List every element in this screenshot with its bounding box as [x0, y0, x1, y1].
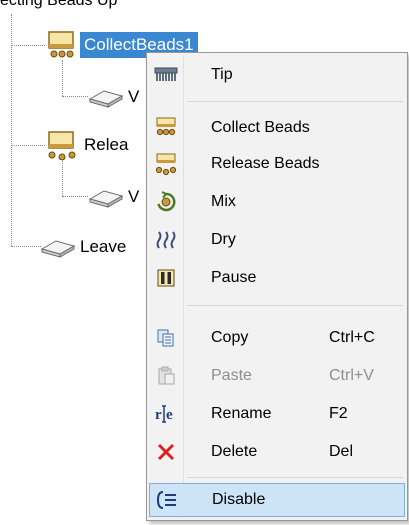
menu-item-label: Release Beads	[211, 155, 320, 172]
release-beads-icon	[149, 147, 183, 181]
tree-node-label: Relea	[84, 135, 129, 154]
menu-item-shortcut: Ctrl+C	[329, 329, 375, 346]
collect-beads-icon	[48, 31, 74, 58]
menu-item-release-beads[interactable]: Release Beads	[149, 147, 405, 181]
release-beads-icon	[48, 131, 76, 160]
delete-icon	[149, 435, 183, 469]
menu-item-rename[interactable]: r e Rename F2	[149, 397, 405, 431]
menu-separator	[187, 477, 403, 478]
collect-beads-icon	[149, 111, 183, 145]
tree-connector	[11, 145, 45, 146]
menu-item-label: Dry	[211, 231, 236, 248]
tree-node-plate[interactable]: V	[88, 182, 143, 212]
svg-text:e: e	[166, 407, 173, 423]
pause-icon	[149, 261, 183, 295]
tree-node-releasebeads[interactable]: Relea	[44, 130, 132, 160]
menu-item-disable[interactable]: Disable	[149, 483, 405, 517]
tree-connector	[62, 196, 88, 197]
menu-item-label: Copy	[211, 329, 249, 346]
tree-node-label: Leave	[80, 237, 127, 256]
menu-item-shortcut: Del	[329, 443, 354, 460]
plate-icon	[40, 240, 76, 258]
dry-icon	[149, 223, 183, 257]
top-partial-label: ecting Beads Up	[0, 0, 118, 9]
tree-node-leave[interactable]: Leave	[40, 232, 130, 262]
menu-item-delete[interactable]: Delete Del	[149, 435, 405, 469]
plate-icon	[88, 90, 124, 108]
menu-item-label: Tip	[211, 66, 233, 83]
menu-item-label: Disable	[212, 491, 266, 508]
tree-connector	[62, 60, 63, 96]
menu-item-copy[interactable]: Copy Ctrl+C	[149, 321, 405, 355]
menu-item-label: Pause	[211, 269, 257, 286]
svg-text:r: r	[155, 407, 162, 423]
menu-item-label: Collect Beads	[211, 119, 310, 136]
menu-item-label: Rename	[211, 405, 272, 422]
tree-connector	[62, 160, 63, 196]
menu-item-pause[interactable]: Pause	[149, 261, 405, 295]
menu-item-tip[interactable]: Tip	[149, 58, 405, 92]
tip-comb-icon	[149, 58, 183, 92]
menu-separator	[187, 305, 403, 306]
tree-connector	[62, 96, 88, 97]
context-menu: Tip Collect Beads Release Beads Mix Dry …	[146, 52, 408, 521]
menu-item-label: Paste	[211, 367, 252, 384]
menu-item-shortcut: Ctrl+V	[329, 367, 374, 384]
copy-icon	[149, 321, 183, 355]
menu-item-collect-beads[interactable]: Collect Beads	[149, 111, 405, 145]
menu-item-label: Mix	[211, 193, 236, 210]
menu-item-dry[interactable]: Dry	[149, 223, 405, 257]
tree-node-plate[interactable]: V	[88, 82, 143, 112]
tree-node-label: V	[128, 87, 140, 106]
menu-item-label: Delete	[211, 443, 258, 460]
menu-item-paste[interactable]: Paste Ctrl+V	[149, 359, 405, 393]
menu-item-shortcut: F2	[329, 405, 348, 422]
tree-connector	[11, 45, 45, 46]
tree-connector	[11, 14, 12, 246]
menu-separator	[187, 101, 403, 102]
disable-icon	[150, 483, 184, 517]
tree-node-label: V	[128, 187, 140, 206]
mix-icon	[149, 185, 183, 219]
plate-icon	[88, 190, 124, 208]
paste-icon	[149, 359, 183, 393]
rename-icon: r e	[149, 397, 183, 431]
menu-item-mix[interactable]: Mix	[149, 185, 405, 219]
tree-connector	[11, 246, 41, 247]
